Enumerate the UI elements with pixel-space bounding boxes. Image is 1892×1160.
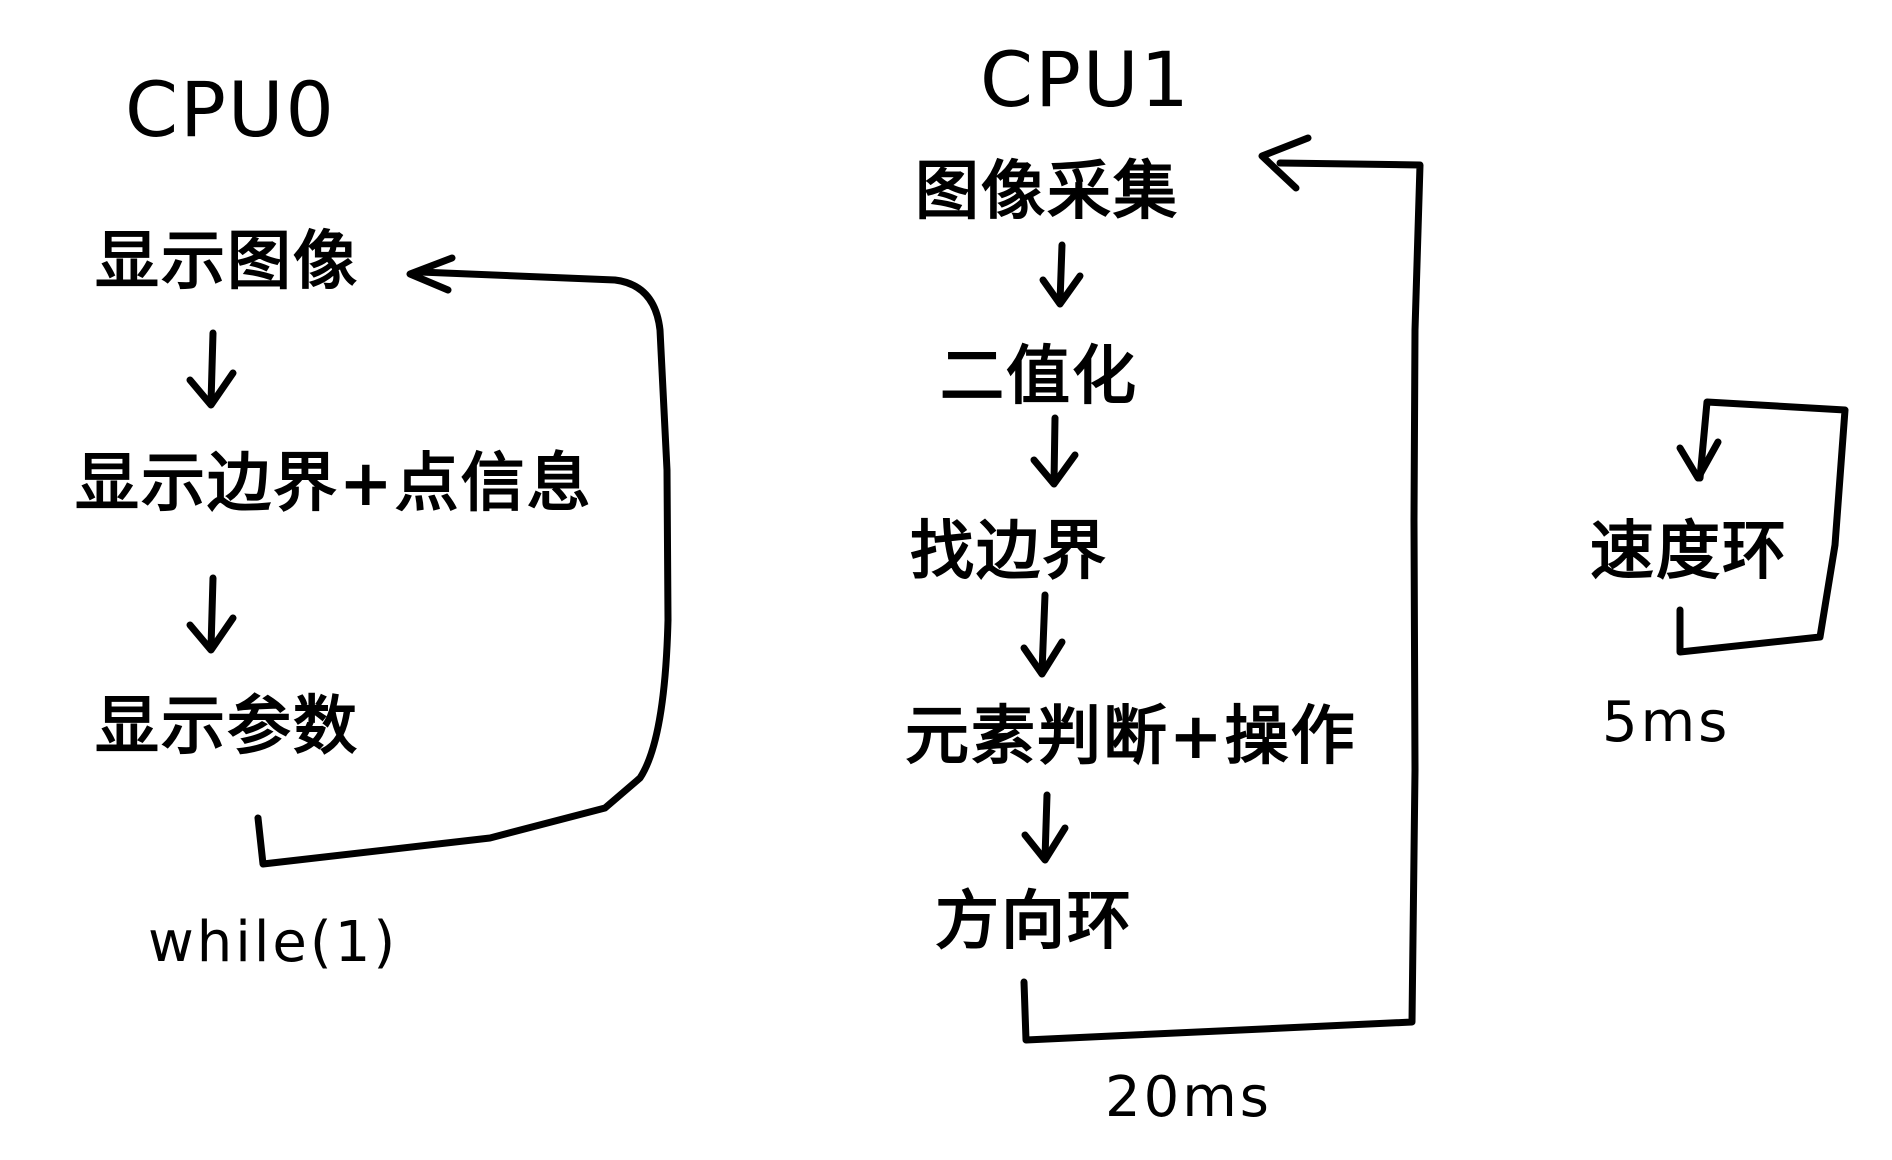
cpu0-loop-label: while(1) xyxy=(148,910,399,975)
cpu0-step-display-border-points: 显示边界+点信息 xyxy=(75,447,593,521)
cpu1-arrow-2 xyxy=(1030,414,1079,488)
cpu0-loop-line xyxy=(254,268,672,868)
cpu1-arrow-4 xyxy=(1021,791,1069,864)
cpu1-step-binarize: 二值化 xyxy=(940,340,1138,414)
cpu0-step-display-image: 显示图像 xyxy=(95,225,359,299)
cpu1-loop-label: 20ms xyxy=(1105,1065,1272,1130)
speed-loop-step: 速度环 xyxy=(1590,515,1788,589)
cpu0-step-display-params: 显示参数 xyxy=(95,690,359,764)
cpu0-arrow-1 xyxy=(186,329,237,409)
cpu1-arrow-3 xyxy=(1020,591,1066,678)
cpu1-step-image-capture: 图像采集 xyxy=(915,155,1179,229)
cpu0-arrow-2 xyxy=(186,574,237,654)
cpu0-title: CPU0 xyxy=(125,65,336,154)
cpu1-arrow-1 xyxy=(1039,241,1084,308)
cpu1-step-element-judge: 元素判断+操作 xyxy=(905,700,1357,774)
cpu1-step-find-border: 找边界 xyxy=(910,515,1108,589)
cpu1-step-direction-loop: 方向环 xyxy=(935,885,1133,959)
speed-loop-label: 5ms xyxy=(1602,690,1731,755)
cpu1-title: CPU1 xyxy=(980,35,1191,124)
